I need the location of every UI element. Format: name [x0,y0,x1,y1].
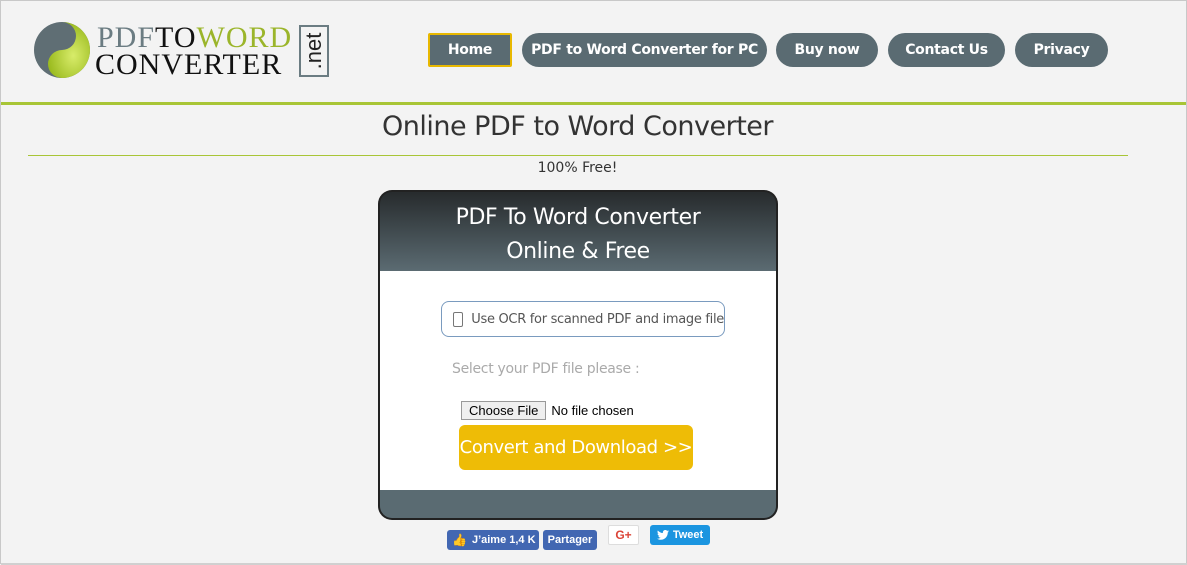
file-input[interactable]: Choose File No file chosen [461,401,634,420]
logo-text-bottom: CONVERTER [95,48,283,81]
site-header: PDFTOWORD CONVERTER .net Home PDF to Wor… [1,1,1186,102]
facebook-like-button[interactable]: 👍 J’aime 1,4 K [447,530,539,550]
convert-download-button[interactable]: Convert and Download >> [459,425,693,470]
tweet-button[interactable]: Tweet [650,525,710,545]
facebook-share-button[interactable]: Partager [543,530,597,550]
converter-card-footer [380,490,776,518]
page-title: Online PDF to Word Converter [382,111,774,142]
logo-net-badge: .net [299,25,329,77]
nav-privacy[interactable]: Privacy [1015,33,1108,67]
nav-pdf-to-word-pc[interactable]: PDF to Word Converter for PC [522,33,767,67]
logo-yin-yang-icon [34,22,90,78]
converter-card: PDF To Word Converter Online & Free Use … [378,190,778,520]
thumbs-up-icon: 👍 [452,533,467,547]
file-status: No file chosen [551,403,634,418]
header-divider [1,102,1186,105]
site-logo[interactable]: PDFTOWORD CONVERTER .net [33,21,333,89]
twitter-bird-icon [656,530,669,540]
ocr-checkbox[interactable] [453,311,464,327]
nav-buy-now[interactable]: Buy now [776,33,878,67]
logo-net-text: .net [301,32,326,70]
tweet-label: Tweet [672,529,704,541]
nav-home[interactable]: Home [428,33,512,67]
google-plus-icon: G+ [615,528,632,542]
page-subtitle: 100% Free! [537,160,618,176]
converter-title: PDF To Word Converter Online & Free [380,201,776,269]
converter-card-header: PDF To Word Converter Online & Free [380,192,776,271]
choose-file-button[interactable]: Choose File [461,401,547,420]
converter-title-line2: Online & Free [506,239,650,264]
ocr-label: Use OCR for scanned PDF and image file [471,311,724,327]
google-plus-button[interactable]: G+ [608,525,639,545]
ocr-option[interactable]: Use OCR for scanned PDF and image file [441,301,725,337]
converter-card-body: Use OCR for scanned PDF and image file S… [380,271,776,490]
select-file-label: Select your PDF file please : [452,361,640,377]
nav-contact-us[interactable]: Contact Us [888,33,1005,67]
converter-title-line1: PDF To Word Converter [455,205,701,230]
title-divider [28,155,1128,156]
facebook-like-label: J’aime 1,4 K [471,534,536,546]
